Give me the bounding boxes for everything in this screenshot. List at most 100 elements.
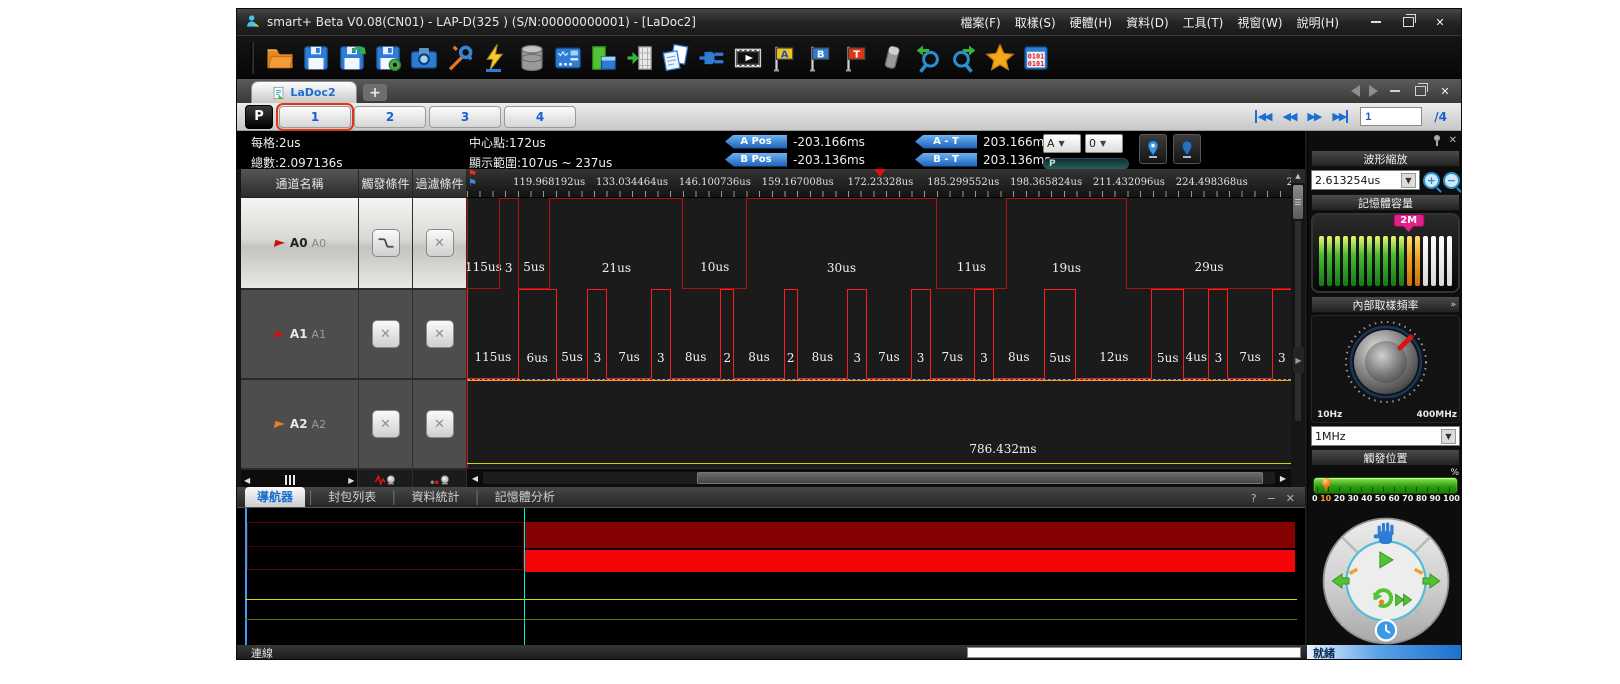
tab-scroll-right-icon[interactable] [1369, 85, 1378, 97]
col-channel-name[interactable]: 通道名稱 [241, 169, 359, 197]
flag-t-icon[interactable]: T [838, 41, 874, 75]
menu-h[interactable]: 硬體(H) [1070, 14, 1112, 31]
first-page-icon[interactable]: ◀◀ [1255, 110, 1271, 123]
export-data-icon[interactable] [622, 41, 658, 75]
scroll-right-icon[interactable]: ▶ [348, 476, 354, 485]
acquire-icon[interactable] [478, 41, 514, 75]
last-page-icon[interactable]: ▶▶ [1332, 110, 1348, 123]
wave-vscroll-track[interactable] [1295, 221, 1301, 421]
flag-b-icon[interactable]: B [802, 41, 838, 75]
menu-h[interactable]: 說明(H) [1297, 14, 1339, 31]
scroll-thumb[interactable] [285, 475, 295, 485]
channel-name-cell[interactable]: A2A2 [241, 380, 359, 468]
page-button-4[interactable]: 4 [504, 106, 576, 128]
doc-close-button[interactable]: ✕ [1437, 83, 1453, 99]
menu-w[interactable]: 視窗(W) [1237, 14, 1282, 31]
bottom-tab-1[interactable]: 導航器 [245, 487, 305, 507]
trigger-position-slider[interactable] [1313, 477, 1458, 494]
wave-scroll-thumb[interactable] [697, 472, 1263, 484]
close-panel-icon[interactable]: ✕ [1449, 135, 1457, 146]
zoom-scale-combo[interactable]: 2.613254us▼ [1311, 170, 1420, 190]
wave-scroll-left-icon[interactable]: ◀ [467, 474, 483, 483]
bottom-tab-3[interactable]: 資料統計 [400, 487, 472, 507]
channel-name-cell[interactable]: A0A0 [241, 198, 359, 288]
zoom-out-icon[interactable]: − [1443, 172, 1460, 189]
page-button-1[interactable]: 1 [279, 106, 351, 128]
marker-combo[interactable]: A▼ [1043, 134, 1081, 153]
col-filter-condition[interactable]: 過濾條件 [413, 169, 467, 197]
zoom-in-icon[interactable]: + [1423, 172, 1440, 189]
window-layout-icon[interactable] [586, 41, 622, 75]
device-panel-icon[interactable] [550, 41, 586, 75]
channel-row-a1[interactable]: A1A1 ✕ ✕ [241, 290, 467, 380]
save-config-icon[interactable] [370, 41, 406, 75]
menu-t[interactable]: 工具(T) [1183, 14, 1224, 31]
minimize-button[interactable] [1365, 14, 1387, 30]
trigger-position-pin[interactable] [1322, 478, 1332, 488]
scroll-left-icon[interactable]: ◀ [244, 476, 250, 485]
trigger-marker-icon[interactable] [874, 169, 886, 177]
close-button[interactable]: ✕ [1429, 14, 1451, 30]
wave-row-a1[interactable]: 115us6us5us37us38us28us28us37us37us38us5… [467, 289, 1291, 380]
menu-d[interactable]: 資料(D) [1126, 14, 1169, 31]
place-marker-a-button[interactable] [1139, 134, 1167, 164]
col-trigger-condition[interactable]: 觸發條件 [359, 169, 413, 197]
trigger-condition-cell[interactable]: ✕ [359, 290, 413, 378]
bottom-tab-4[interactable]: 記憶體分析 [483, 487, 567, 507]
favorites-icon[interactable] [982, 41, 1018, 75]
a-pos-badge[interactable]: A Pos [725, 135, 787, 149]
channel-row-a0[interactable]: A0A0 ✕ [241, 198, 467, 290]
save-reload-icon[interactable] [334, 41, 370, 75]
b-t-badge[interactable]: B - T [915, 153, 977, 167]
doc-minimize-button[interactable] [1387, 83, 1403, 99]
marker-index-combo[interactable]: 0▼ [1085, 134, 1123, 153]
wave-row-a0[interactable]: 115us35us21us10us30us11us19us29us [467, 198, 1291, 289]
tab-scroll-left-icon[interactable] [1351, 85, 1360, 97]
filter-condition-icon[interactable]: ✕ [426, 410, 454, 438]
wave-row-a2[interactable]: 786.432ms [467, 380, 1291, 470]
memory-capacity-gauge[interactable]: 2M [1311, 213, 1460, 293]
channel-row-a2[interactable]: A2A2✕✕ [241, 380, 467, 470]
open-file-icon[interactable] [262, 41, 298, 75]
panel-minimize-icon[interactable]: − [1267, 492, 1276, 505]
frequency-knob[interactable] [1312, 316, 1460, 404]
panel-help-icon[interactable]: ? [1251, 492, 1257, 505]
waveform-v-scrollbar[interactable]: ▲ ☰ ▶ [1291, 169, 1305, 487]
panel-close-icon[interactable]: ✕ [1286, 492, 1295, 505]
a-t-badge[interactable]: A - T [915, 135, 977, 149]
filter-condition-cell[interactable]: ✕ [413, 198, 467, 288]
navigator-canvas[interactable] [237, 507, 1305, 646]
add-tab-button[interactable]: + [363, 84, 387, 101]
waveform-playback-icon[interactable] [730, 41, 766, 75]
waveform-h-scrollbar[interactable]: ◀ ▶ [467, 468, 1291, 487]
connect-device-icon[interactable] [694, 41, 730, 75]
save-icon[interactable] [298, 41, 334, 75]
page-button-2[interactable]: 2 [354, 106, 426, 128]
sidebar-collapse-icon[interactable]: ▶ [1293, 347, 1304, 373]
time-ruler[interactable]: ⚑⚑ 119.968192us133.034464us146.100736us1… [467, 169, 1291, 198]
trigger-condition-cell[interactable] [359, 198, 413, 288]
place-marker-b-button[interactable] [1173, 134, 1201, 164]
wave-scroll-right-icon[interactable]: ▶ [1275, 474, 1291, 483]
bottom-tab-2[interactable]: 封包列表 [316, 487, 388, 507]
menu-f[interactable]: 檔案(F) [960, 14, 1000, 31]
channel-name-cell[interactable]: A1A1 [241, 290, 359, 378]
wave-scroll-up-icon[interactable]: ▲ [1291, 169, 1305, 183]
next-page-icon[interactable]: ▶▶ [1307, 110, 1320, 123]
frequency-combo[interactable]: 1MHz▼ [1311, 426, 1460, 446]
doc-restore-button[interactable] [1412, 83, 1428, 99]
filter-condition-cell[interactable]: ✕ [413, 290, 467, 378]
memory-data-icon[interactable] [514, 41, 550, 75]
trigger-condition-cell[interactable]: ✕ [359, 380, 413, 468]
pin-panel-icon[interactable] [1433, 135, 1441, 146]
navigator-view-cursor[interactable] [524, 508, 525, 646]
menu-s[interactable]: 取樣(S) [1015, 14, 1056, 31]
binary-view-icon[interactable]: 01010101 [1018, 41, 1054, 75]
filter-condition-cell[interactable]: ✕ [413, 380, 467, 468]
settings-tools-icon[interactable] [442, 41, 478, 75]
trigger-condition-icon[interactable]: ✕ [372, 320, 400, 348]
screenshot-icon[interactable] [406, 41, 442, 75]
wave-vscroll-thumb[interactable]: ☰ [1293, 185, 1303, 219]
compare-docs-icon[interactable] [658, 41, 694, 75]
page-button-3[interactable]: 3 [429, 106, 501, 128]
